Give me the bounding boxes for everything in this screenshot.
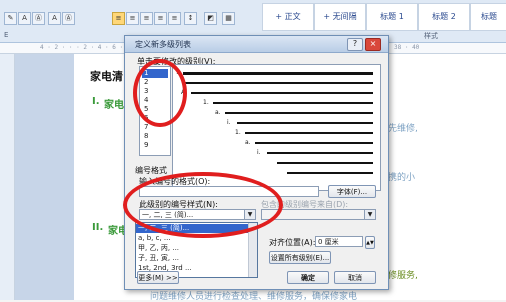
heading-1-number: I.	[92, 96, 100, 107]
borders-icon[interactable]: ▦	[222, 12, 235, 25]
group-label-e: E	[4, 31, 9, 39]
style-heading-2[interactable]: 标题 2	[418, 3, 470, 31]
highlight-icon[interactable]: ✎	[4, 12, 17, 25]
dropdown-option[interactable]: 子, 丑, 寅, ...	[136, 254, 257, 263]
preview-line	[245, 132, 373, 134]
dropdown-option[interactable]: a, b, c, ...	[136, 234, 257, 243]
level-item[interactable]: 9	[142, 141, 168, 150]
preview-line	[183, 72, 373, 75]
number-style-select[interactable]: 一, 二, 三 (简)... ▼	[139, 209, 256, 220]
preview-line	[287, 172, 373, 174]
body-text-2: 携的小	[388, 173, 416, 183]
level-item[interactable]: 6	[142, 114, 168, 123]
group-label-styles: 样式	[424, 32, 438, 40]
body-text-1: 先维修,	[388, 124, 418, 134]
justify-icon[interactable]: ≡	[154, 12, 167, 25]
define-multilevel-list-dialog: 定义新多级列表 ? × 单击要修改的级别(V): 1 2 3 4 5 6 7 8…	[124, 35, 389, 290]
vertical-ruler	[0, 54, 15, 300]
dropdown-option[interactable]: 甲, 乙, 丙, ...	[136, 244, 257, 253]
dropdown-scrollbar[interactable]	[248, 223, 257, 277]
preview-line	[213, 102, 373, 104]
preview-number: A.	[181, 89, 187, 96]
preview-number: a.	[245, 139, 251, 146]
level-item[interactable]: 8	[142, 132, 168, 141]
align-left-icon[interactable]: ≡	[112, 12, 125, 25]
level-item[interactable]: 7	[142, 123, 168, 132]
preview-line	[267, 152, 373, 154]
chevron-down-icon[interactable]: ▼	[244, 210, 255, 219]
more-button[interactable]: 更多(M) >>	[137, 271, 179, 284]
preview-line	[225, 112, 373, 114]
chevron-down-icon[interactable]: ▼	[364, 210, 375, 219]
heading-1-text: 家电	[104, 100, 124, 111]
align-position-value: 0 厘米	[318, 238, 339, 246]
clear-format-icon[interactable]: Ⓐ	[32, 12, 45, 25]
include-level-select[interactable]: ▼	[261, 209, 376, 220]
preview-line	[255, 142, 373, 144]
font-color-icon[interactable]: A	[18, 12, 31, 25]
preview-number: 1.	[235, 129, 241, 136]
ok-button[interactable]: 确定	[287, 271, 329, 284]
style-heading-1[interactable]: 标题 1	[366, 3, 418, 31]
level-listbox[interactable]: 1 2 3 4 5 6 7 8 9	[139, 66, 171, 156]
heading-2-number: II.	[92, 222, 104, 233]
preview-line	[183, 82, 373, 84]
list-preview: 1 A. 1. a. i. 1. a. i.	[172, 64, 381, 191]
number-style-dropdown[interactable]: 一, 二, 三 (简)... a, b, c, ... 甲, 乙, 丙, ...…	[135, 222, 258, 278]
bold-a-icon[interactable]: A	[48, 12, 61, 25]
cancel-button[interactable]: 取消	[334, 271, 376, 284]
align-position-input[interactable]: 0 厘米	[315, 236, 363, 247]
style-title[interactable]: 标题	[470, 3, 506, 31]
dropdown-option[interactable]: 一, 二, 三 (简)...	[136, 224, 257, 233]
char-border-icon[interactable]: Ⓐ	[62, 12, 75, 25]
document-title: 家电清	[90, 70, 123, 83]
style-normal[interactable]: + 正文	[262, 3, 314, 31]
align-right-icon[interactable]: ≡	[140, 12, 153, 25]
number-format-section-label: 编号格式	[135, 166, 167, 175]
shading-icon[interactable]: ◩	[204, 12, 217, 25]
dialog-titlebar[interactable]: 定义新多级列表 ? ×	[125, 36, 388, 53]
line-spacing-icon[interactable]: ↕	[184, 12, 197, 25]
dialog-title: 定义新多级列表	[135, 40, 191, 49]
close-icon[interactable]: ×	[365, 38, 381, 51]
preview-number: a.	[215, 109, 221, 116]
spin-icon[interactable]: ▲▼	[365, 236, 375, 249]
preview-line	[237, 122, 373, 124]
set-all-levels-button[interactable]: 设置所有级别(E)...	[269, 251, 331, 264]
help-icon[interactable]: ?	[347, 38, 363, 51]
preview-number: i.	[257, 149, 261, 156]
level-item[interactable]: 1	[142, 69, 168, 78]
number-style-value: 一, 二, 三 (简)...	[142, 211, 194, 219]
preview-number: 1.	[203, 99, 209, 106]
center-icon[interactable]: ≡	[126, 12, 139, 25]
level-item[interactable]: 3	[142, 87, 168, 96]
number-format-input[interactable]	[139, 186, 319, 197]
level-item[interactable]: 4	[142, 96, 168, 105]
preview-number: i.	[227, 119, 231, 126]
level-item[interactable]: 2	[142, 78, 168, 87]
preview-number: 1	[176, 69, 180, 76]
style-no-spacing[interactable]: + 无间隔	[314, 3, 366, 31]
distributed-icon[interactable]: ≡	[168, 12, 181, 25]
body-text-3: 修服务,	[388, 271, 418, 281]
font-button[interactable]: 字体(F)...	[328, 185, 376, 198]
body-text-bottom: 问题维修人员进行检查处理、维修服务，确保修家电	[150, 292, 358, 302]
align-position-label: 对齐位置(A):	[269, 238, 316, 247]
preview-line	[191, 92, 373, 94]
level-item[interactable]: 5	[142, 105, 168, 114]
preview-line	[277, 162, 373, 164]
